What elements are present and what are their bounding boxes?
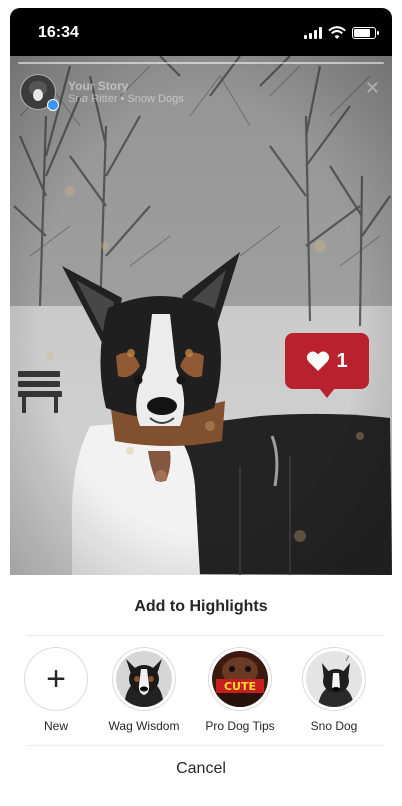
status-icons (304, 26, 379, 40)
new-highlight-circle[interactable]: + (24, 647, 88, 711)
highlight-cover[interactable] (302, 647, 366, 711)
divider (26, 635, 384, 636)
dog-portrait-icon (116, 651, 172, 707)
heart-icon (307, 351, 330, 371)
new-highlight-label: New (43, 719, 68, 733)
add-story-badge-icon (47, 99, 59, 111)
wifi-icon (328, 26, 346, 39)
new-highlight-button[interactable]: + New (10, 647, 102, 733)
cute-dog-cover-icon: CUTE (212, 651, 268, 707)
highlight-label: Wag Wisdom (108, 719, 180, 733)
story-owner-name: Your Story (68, 78, 129, 93)
highlight-label: Pro Dog Tips (205, 719, 275, 733)
highlight-pro-dog-tips[interactable]: CUTE Pro Dog Tips (194, 647, 286, 733)
highlight-wag-wisdom[interactable]: Wag Wisdom (98, 647, 190, 733)
phone-screen: 16:34 Your Story Snø Ritter • Snow Dogs … (10, 8, 392, 798)
highlights-row: + New Wag Wisdom CUTE Pro Dog Tips Sno D… (10, 647, 392, 735)
dog-in-snow-icon (306, 651, 362, 707)
svg-text:CUTE: CUTE (224, 680, 256, 693)
add-to-highlights-sheet: Add to Highlights + New Wag Wisdom CUTE … (10, 575, 392, 798)
divider (26, 745, 384, 746)
story-progress-bar (18, 62, 384, 64)
battery-icon (352, 27, 379, 39)
story-header-text: Your Story Snø Ritter • Snow Dogs (68, 79, 184, 106)
sheet-title: Add to Highlights (134, 598, 268, 615)
status-time: 16:34 (38, 24, 79, 41)
story-overlay (10, 56, 392, 575)
likes-count: 1 (336, 349, 348, 372)
story-header: Your Story Snø Ritter • Snow Dogs (20, 74, 184, 110)
story-viewer[interactable]: Your Story Snø Ritter • Snow Dogs ✕ 1 (10, 56, 392, 575)
plus-icon: + (46, 660, 66, 698)
highlight-label: Sno Dog (310, 719, 358, 733)
story-subtitle: Snø Ritter • Snow Dogs (68, 92, 184, 105)
close-icon[interactable]: ✕ (365, 78, 380, 99)
highlight-cover[interactable]: CUTE (208, 647, 272, 711)
cancel-button[interactable]: Cancel (10, 760, 392, 778)
highlight-cover[interactable] (112, 647, 176, 711)
highlight-sno-dog[interactable]: Sno Dog (288, 647, 380, 733)
cellular-signal-icon (304, 27, 322, 39)
status-bar: 16:34 (10, 8, 392, 56)
likes-notification: 1 (285, 333, 369, 398)
